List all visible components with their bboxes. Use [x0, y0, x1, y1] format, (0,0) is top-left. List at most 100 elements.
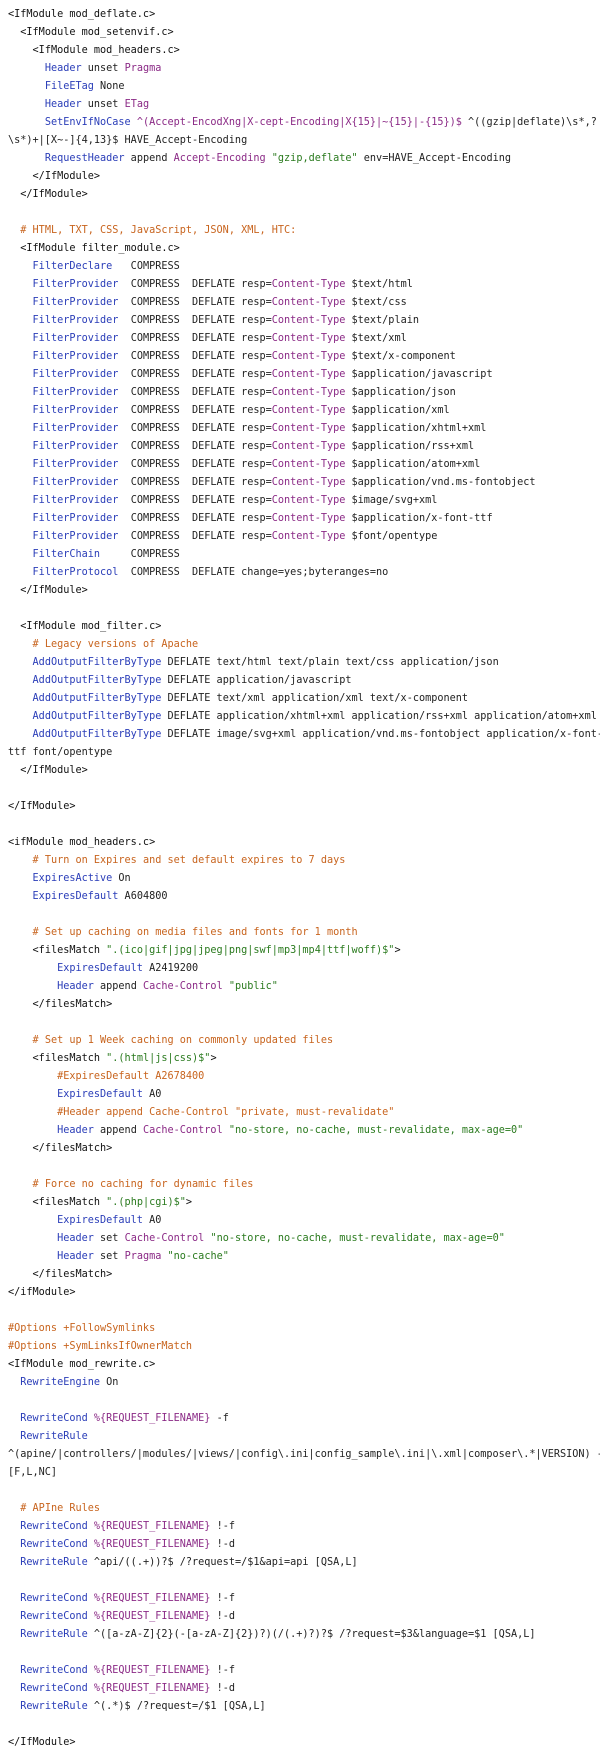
text-token: $application/xml	[345, 405, 450, 416]
code-line: RewriteCond %{REQUEST_FILENAME} -f	[8, 1410, 600, 1428]
text-token: COMPRESS DEFLATE resp=	[118, 531, 272, 542]
string-token: "gzip,deflate"	[271, 153, 358, 164]
text-token: DEFLATE text/html text/plain text/css ap…	[161, 657, 499, 668]
directive-token: RewriteRule	[20, 1629, 88, 1640]
text-token: ^api/((.+))?$ /?request=/$1&api=api [QSA…	[87, 1557, 358, 1568]
string-token: "public"	[228, 981, 278, 992]
directive-token: RequestHeader	[44, 153, 125, 164]
comment-token: # Set up caching on media files and font…	[32, 927, 358, 938]
text-token: [F,L,NC]	[8, 1467, 58, 1478]
variable-token: Content-Type	[271, 315, 346, 326]
variable-token: ETag	[124, 99, 150, 110]
text-token: $application/x-font-ttf	[345, 513, 493, 524]
comment-token: #ExpiresDefault A2678400	[57, 1071, 205, 1082]
code-line: #ExpiresDefault A2678400	[8, 1068, 600, 1086]
code-line: FilterProvider COMPRESS DEFLATE resp=Con…	[8, 330, 600, 348]
directive-token: Header	[44, 63, 82, 74]
text-token: None	[93, 81, 125, 92]
comment-token: # Set up 1 Week caching on commonly upda…	[32, 1035, 334, 1046]
string-token: "no-store, no-cache, must-revalidate, ma…	[210, 1233, 505, 1244]
text-token: $application/javascript	[345, 369, 493, 380]
directive-token: FilterProvider	[32, 405, 119, 416]
directive-token: AddOutputFilterByType	[32, 675, 162, 686]
code-line: ExpiresDefault A604800	[8, 888, 600, 906]
code-line: RewriteCond %{REQUEST_FILENAME} !-f	[8, 1590, 600, 1608]
tag-token: </IfModule>	[8, 1737, 76, 1748]
code-line: FilterDeclare COMPRESS	[8, 258, 600, 276]
code-line: # Force no caching for dynamic files	[8, 1176, 600, 1194]
code-line: FilterProvider COMPRESS DEFLATE resp=Con…	[8, 420, 600, 438]
code-line: \s*)+|[X~-]{4,13}$ HAVE_Accept-Encoding	[8, 132, 600, 150]
directive-token: FilterProvider	[32, 279, 119, 290]
code-line: RewriteRule	[8, 1428, 600, 1446]
directive-token: RewriteRule	[20, 1431, 88, 1442]
text-token: COMPRESS	[112, 261, 180, 272]
directive-token: Header	[57, 1251, 94, 1262]
text-token: $font/opentype	[345, 531, 438, 542]
tag-token: <IfModule mod_filter.c>	[20, 621, 162, 632]
tag-token: <IfModule mod_setenvif.c>	[20, 27, 174, 38]
code-line: AddOutputFilterByType DEFLATE text/xml a…	[8, 690, 600, 708]
text-token: $application/vnd.ms-fontobject	[345, 477, 536, 488]
variable-token: %{REQUEST_FILENAME}	[93, 1539, 211, 1550]
directive-token: FileETag	[44, 81, 94, 92]
directive-token: RewriteCond	[20, 1539, 88, 1550]
directive-token: FilterProvider	[32, 333, 119, 344]
text-token: set	[93, 1251, 125, 1262]
comment-token: # Legacy versions of Apache	[32, 639, 199, 650]
code-line: FilterProvider COMPRESS DEFLATE resp=Con…	[8, 456, 600, 474]
directive-token: Header	[57, 1125, 94, 1136]
tag-token: </IfModule>	[32, 171, 101, 182]
variable-token: Content-Type	[271, 423, 346, 434]
text-token: COMPRESS DEFLATE resp=	[118, 423, 272, 434]
code-line: FilterProvider COMPRESS DEFLATE resp=Con…	[8, 312, 600, 330]
code-line: </IfModule>	[8, 762, 600, 780]
tag-token: <IfModule mod_rewrite.c>	[8, 1359, 156, 1370]
text-token: COMPRESS DEFLATE resp=	[118, 279, 272, 290]
directive-token: Header	[57, 981, 94, 992]
directive-token: ExpiresDefault	[32, 891, 119, 902]
tag-token: <IfModule mod_headers.c>	[32, 45, 180, 56]
text-token: set	[93, 1233, 125, 1244]
code-line: FilterProvider COMPRESS DEFLATE resp=Con…	[8, 276, 600, 294]
variable-token: Accept-Encoding	[173, 153, 266, 164]
tag-token: >	[185, 1197, 193, 1208]
comment-token: # HTML, TXT, CSS, JavaScript, JSON, XML,…	[20, 225, 297, 236]
directive-token: AddOutputFilterByType	[32, 711, 162, 722]
variable-token: Content-Type	[271, 531, 346, 542]
text-token: COMPRESS DEFLATE resp=	[118, 351, 272, 362]
directive-token: RewriteRule	[20, 1701, 88, 1712]
comment-token: # APIne Rules	[20, 1503, 101, 1514]
directive-token: ExpiresActive	[32, 873, 113, 884]
text-token: DEFLATE text/xml application/xml text/x-…	[161, 693, 469, 704]
code-line: <filesMatch ".(ico|gif|jpg|jpeg|png|swf|…	[8, 942, 600, 960]
text-token: DEFLATE application/xhtml+xml applicatio…	[161, 711, 597, 722]
code-line: FilterProvider COMPRESS DEFLATE resp=Con…	[8, 438, 600, 456]
directive-token: FilterProvider	[32, 495, 119, 506]
text-token: unset	[81, 99, 125, 110]
text-token: !-f	[210, 1665, 235, 1676]
tag-token: </IfModule>	[20, 765, 88, 776]
